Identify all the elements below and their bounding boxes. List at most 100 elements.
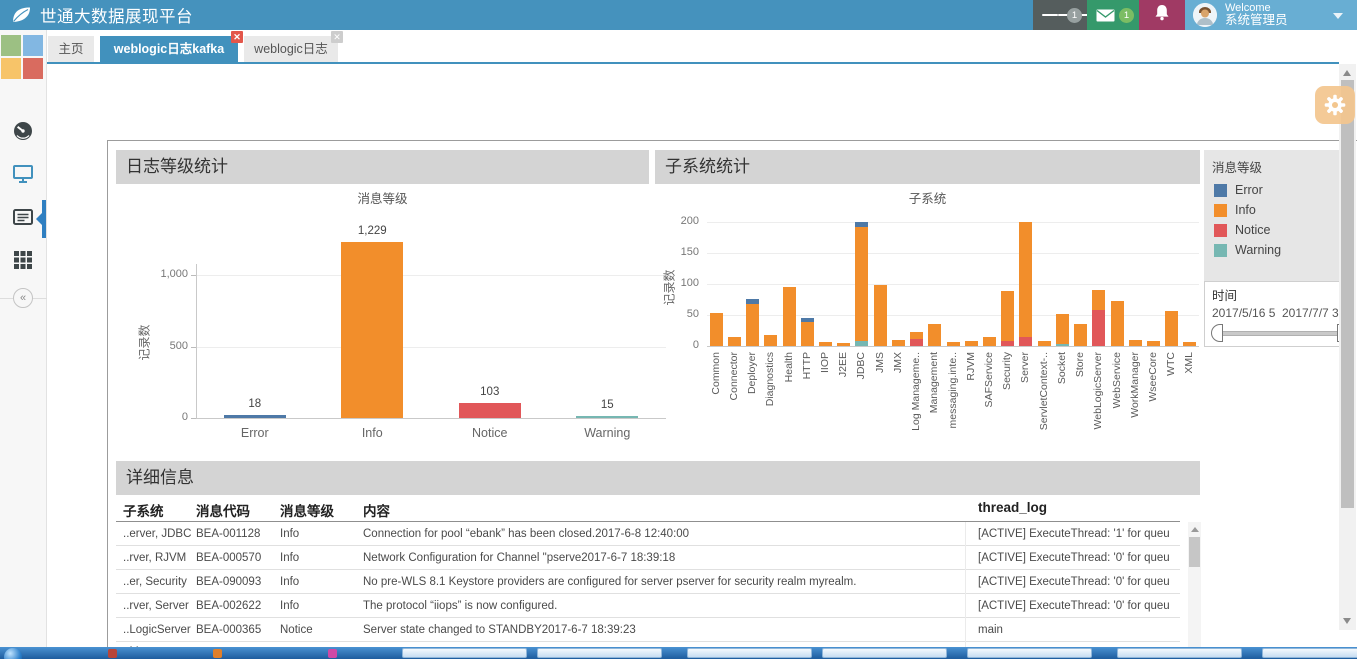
grid-icon[interactable] — [12, 248, 34, 270]
bar-segment-info[interactable] — [1092, 290, 1105, 310]
taskbar-button[interactable] — [537, 648, 662, 658]
bar-segment-error[interactable] — [746, 299, 759, 304]
legend-item-warning[interactable]: Warning — [1204, 240, 1356, 260]
bar-segment-info[interactable] — [1183, 342, 1196, 346]
table-cell: ..er, Security — [123, 570, 195, 594]
bar-segment-info[interactable] — [892, 340, 905, 346]
taskbar-button[interactable] — [967, 648, 1092, 658]
bar-segment-info[interactable] — [764, 335, 777, 346]
collapse-icon[interactable]: « — [13, 288, 33, 308]
legend-swatch — [1214, 224, 1227, 237]
taskbar-button[interactable] — [687, 648, 812, 658]
bar-segment-info[interactable] — [801, 322, 814, 346]
x-axis-label: Error — [196, 426, 314, 440]
bar-segment-info[interactable] — [1038, 341, 1051, 346]
bar-segment-info[interactable] — [983, 337, 996, 346]
taskbar-icon[interactable] — [328, 649, 337, 658]
bar-segment-info[interactable] — [855, 227, 868, 341]
table-row[interactable]: ..rver, RJVMBEA-000570InfoNetwork Config… — [116, 546, 1180, 570]
main-content: 日志等级统计 消息等级 记录数 05001,00018Error1,229Inf… — [47, 64, 1357, 647]
bar-segment-info[interactable] — [710, 313, 723, 346]
close-icon[interactable]: ✕ — [231, 31, 243, 43]
start-button-icon[interactable] — [4, 648, 22, 659]
scroll-up-icon[interactable] — [1343, 70, 1351, 76]
list-icon — [1042, 12, 1090, 19]
bar-segment-info[interactable] — [1074, 324, 1087, 346]
bar-segment-info[interactable] — [819, 342, 832, 346]
bar-segment-warning[interactable] — [855, 341, 868, 346]
gridline — [707, 253, 1199, 254]
bar-segment-notice[interactable] — [1019, 337, 1032, 346]
legend-panel: 消息等级 ErrorInfoNoticeWarning — [1204, 150, 1356, 281]
bar-segment-info[interactable] — [1147, 341, 1160, 346]
x-axis-line — [196, 418, 666, 419]
taskbar-button[interactable] — [822, 648, 947, 658]
taskbar-button[interactable] — [402, 648, 527, 658]
bar-warning[interactable] — [576, 416, 638, 418]
tab-weblogic[interactable]: weblogic日志 ✕ — [244, 36, 338, 62]
notifications-button[interactable] — [1139, 0, 1185, 30]
bar-segment-info[interactable] — [746, 304, 759, 346]
bar-info[interactable] — [341, 242, 403, 418]
bar-segment-info[interactable] — [728, 337, 741, 346]
table-row[interactable]: ..erver, JDBCBEA-001128InfoConnection fo… — [116, 522, 1180, 546]
scroll-up-icon[interactable] — [1191, 527, 1199, 532]
taskbar-button[interactable] — [1117, 648, 1242, 658]
table-scrollbar — [1188, 522, 1201, 659]
legend-item-error[interactable]: Error — [1204, 180, 1356, 200]
bar-segment-info[interactable] — [1165, 311, 1178, 346]
monitor-icon[interactable] — [12, 163, 34, 185]
close-icon[interactable]: ✕ — [331, 31, 343, 43]
bar-value-label: 15 — [549, 399, 667, 411]
gauge-icon[interactable] — [12, 120, 34, 142]
mail-button[interactable]: 1 — [1087, 0, 1139, 30]
user-menu[interactable]: Welcome 系统管理员 — [1185, 0, 1357, 30]
bar-segment-notice[interactable] — [910, 339, 923, 346]
bar-segment-error[interactable] — [855, 222, 868, 227]
bar-segment-info[interactable] — [783, 287, 796, 346]
bar-segment-info[interactable] — [1129, 340, 1142, 346]
tasks-button[interactable]: 1 — [1033, 0, 1087, 30]
scroll-down-icon[interactable] — [1343, 618, 1351, 624]
table-cell: Connection for pool “ebank” has been clo… — [363, 522, 971, 546]
bar-segment-notice[interactable] — [1001, 341, 1014, 346]
bar-notice[interactable] — [459, 403, 521, 418]
table-row[interactable]: ..rver, ServerBEA-002622InfoThe protocol… — [116, 594, 1180, 618]
table-cell: main — [978, 618, 1176, 642]
bar-segment-notice[interactable] — [1092, 310, 1105, 346]
time-slider-track — [1219, 331, 1341, 336]
tab-home[interactable]: 主页 — [48, 36, 94, 62]
legend-item-info[interactable]: Info — [1204, 200, 1356, 220]
bar-segment-info[interactable] — [910, 332, 923, 339]
table-row[interactable]: ..LogicServerBEA-000365NoticeServer stat… — [116, 618, 1180, 642]
page-scrollbar-thumb[interactable] — [1341, 80, 1354, 508]
bar-segment-info[interactable] — [1001, 291, 1014, 341]
bar-segment-info[interactable] — [928, 324, 941, 346]
bar-segment-info[interactable] — [947, 342, 960, 346]
taskbar-icon[interactable] — [108, 649, 117, 658]
bar-segment-warning[interactable] — [1056, 344, 1069, 346]
form-list-icon[interactable] — [12, 206, 34, 228]
bar-segment-info[interactable] — [874, 285, 887, 346]
bar-segment-info[interactable] — [965, 341, 978, 346]
bar-segment-info[interactable] — [1019, 222, 1032, 337]
bar-error[interactable] — [224, 415, 286, 418]
tab-weblogic-kafka[interactable]: weblogic日志kafka ✕ — [100, 36, 238, 62]
table-row[interactable]: ..er, SecurityBEA-090093InfoNo pre-WLS 8… — [116, 570, 1180, 594]
y-tick-label: 200 — [667, 215, 699, 227]
time-slider-handle-start[interactable] — [1211, 324, 1223, 342]
settings-button[interactable] — [1315, 86, 1355, 124]
y-tick-label: 100 — [667, 277, 699, 289]
taskbar-button[interactable] — [1262, 648, 1357, 658]
user-avatar-icon — [1193, 3, 1217, 27]
gridline — [707, 315, 1199, 316]
table-scrollbar-thumb[interactable] — [1189, 537, 1200, 567]
bar-segment-info[interactable] — [1056, 314, 1069, 343]
taskbar-icon[interactable] — [213, 649, 222, 658]
legend-item-notice[interactable]: Notice — [1204, 220, 1356, 240]
bar-segment-info[interactable] — [1111, 301, 1124, 346]
x-axis-label: Common — [709, 352, 724, 456]
x-axis-label: RJVM — [964, 352, 979, 456]
bar-segment-error[interactable] — [801, 318, 814, 322]
bar-segment-info[interactable] — [837, 343, 850, 346]
